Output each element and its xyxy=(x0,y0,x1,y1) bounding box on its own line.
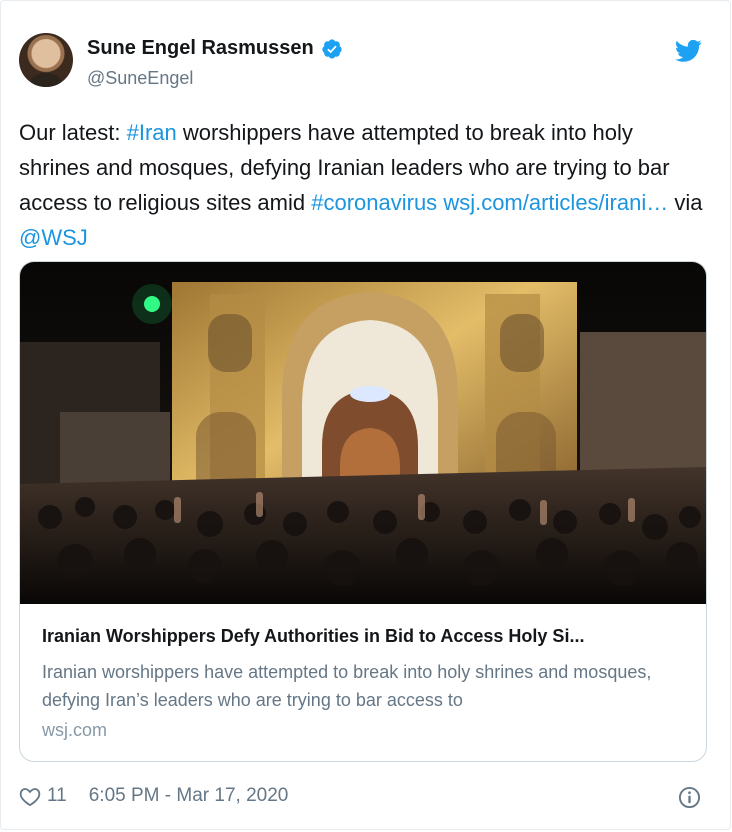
tweet-text-segment: via xyxy=(668,190,703,215)
author-name[interactable]: Sune Engel Rasmussen xyxy=(87,37,314,60)
card-description: Iranian worshippers have attempted to br… xyxy=(42,662,652,710)
tweet-text: Our latest: #Iran worshippers have attem… xyxy=(19,115,709,255)
like-count[interactable]: 11 xyxy=(47,785,67,807)
wsj-mention-link[interactable]: @WSJ xyxy=(19,225,88,250)
tweet-footer: 11 6:05 PM - Mar 17, 2020 xyxy=(19,785,288,807)
hashtag-coronavirus-link[interactable]: #coronavirus xyxy=(311,190,437,215)
article-url-link[interactable]: wsj.com/articles/irani… xyxy=(443,190,668,215)
shrine-photo[interactable] xyxy=(20,262,706,604)
heart-icon[interactable] xyxy=(19,786,41,807)
author-row: Sune Engel Rasmussen xyxy=(87,37,343,60)
avatar[interactable] xyxy=(19,33,73,87)
info-icon[interactable] xyxy=(678,786,701,809)
twitter-bird-icon[interactable] xyxy=(675,39,702,63)
tweet-text-segment: Our latest: xyxy=(19,120,127,145)
author-handle[interactable]: @SuneEngel xyxy=(87,68,193,89)
tweet-card[interactable]: Sune Engel Rasmussen @SuneEngel Our late… xyxy=(0,0,731,830)
article-card[interactable]: Iranian Worshippers Defy Authorities in … xyxy=(19,261,707,762)
card-domain: wsj.com xyxy=(42,720,108,740)
tweet-timestamp[interactable]: 6:05 PM - Mar 17, 2020 xyxy=(89,785,289,807)
card-title[interactable]: Iranian Worshippers Defy Authorities in … xyxy=(42,626,584,647)
verified-badge-icon xyxy=(322,38,342,59)
hashtag-iran-link[interactable]: #Iran xyxy=(127,120,177,145)
